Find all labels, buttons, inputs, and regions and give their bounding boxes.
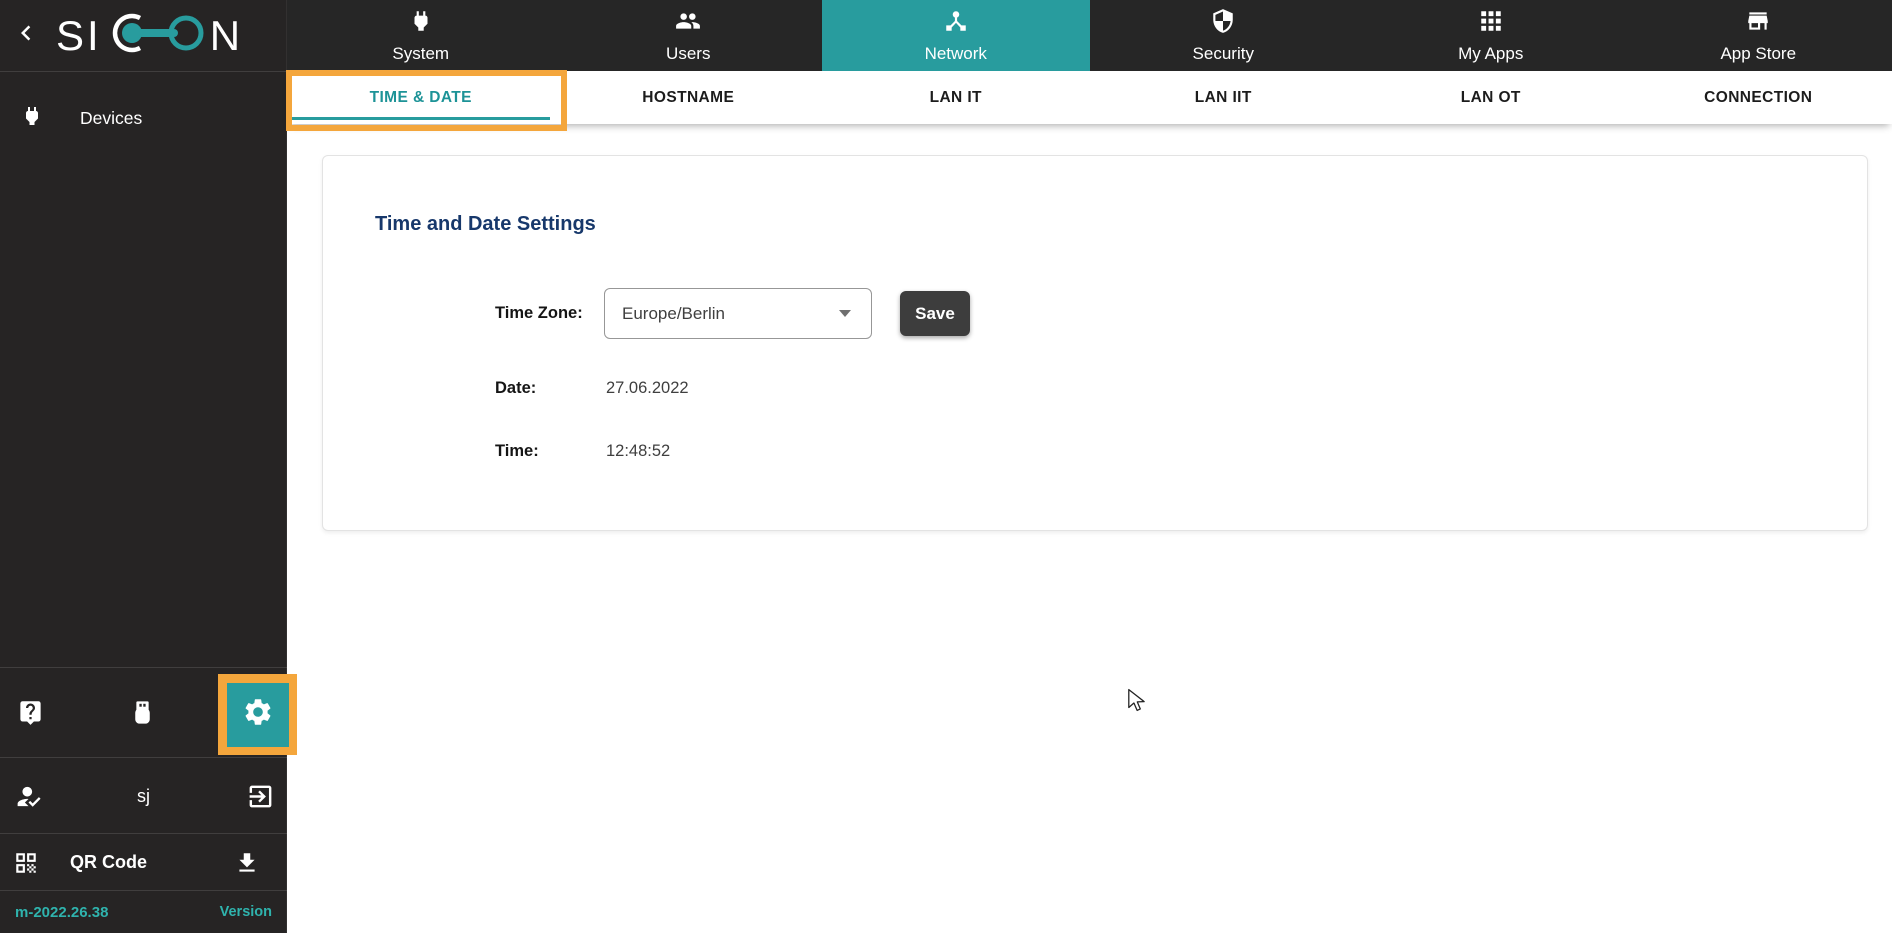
active-tab-indicator — [292, 117, 550, 120]
logo-text-right: N — [209, 11, 244, 59]
tab-network[interactable]: Network — [822, 0, 1090, 71]
live-help-icon — [17, 701, 44, 730]
settings-button[interactable] — [226, 682, 289, 747]
subtab-time-date[interactable]: TIME & DATE — [287, 71, 555, 124]
sidebar-item-devices[interactable]: Devices — [0, 92, 286, 144]
subtab-connection[interactable]: CONNECTION — [1625, 71, 1892, 124]
date-label: Date: — [495, 379, 537, 397]
subtab-label: TIME & DATE — [369, 88, 472, 106]
subtab-label: LAN IIT — [1194, 88, 1252, 106]
help-button[interactable] — [17, 699, 44, 731]
sidebar-qr-row: QR Code — [0, 833, 287, 890]
logo-text-left: SI — [56, 11, 102, 59]
highlight-box-settings — [218, 674, 297, 755]
users-icon — [675, 8, 701, 39]
subtab-label: LAN IT — [929, 88, 982, 106]
tab-security[interactable]: Security — [1090, 0, 1358, 71]
sicon-logo: SI N — [56, 9, 243, 62]
tab-label: Users — [666, 43, 711, 63]
sidebar-header: SI N — [0, 0, 286, 71]
subtab-hostname[interactable]: HOSTNAME — [555, 71, 823, 124]
logo-dumbbell-icon — [104, 9, 208, 62]
tab-label: My Apps — [1458, 43, 1524, 63]
tab-label: Network — [924, 43, 987, 63]
qr-code-icon — [13, 853, 39, 880]
top-navigation: System Users Network Security My Apps Ap… — [287, 0, 1892, 71]
timezone-select[interactable]: Europe/Berlin — [604, 288, 872, 339]
page-title: Time and Date Settings — [375, 213, 596, 235]
sub-navigation: TIME & DATE HOSTNAME LAN IT LAN IIT LAN … — [287, 71, 1892, 124]
version-value: m-2022.26.38 — [15, 903, 109, 921]
logout-button[interactable] — [246, 782, 275, 816]
tab-my-apps[interactable]: My Apps — [1357, 0, 1625, 71]
qr-code-label: QR Code — [70, 852, 148, 872]
tab-label: System — [392, 43, 450, 63]
subtab-lan-iit[interactable]: LAN IIT — [1090, 71, 1358, 124]
subtab-lan-ot[interactable]: LAN OT — [1357, 71, 1625, 124]
chevron-down-icon — [839, 310, 851, 317]
sidebar-item-label: Devices — [80, 107, 143, 128]
download-icon — [234, 853, 260, 880]
main-content: Time and Date Settings Time Zone: Europe… — [287, 124, 1892, 933]
shield-icon — [1210, 8, 1236, 39]
app-screen: SI N Devices sj QR Code m-2022.26.38 Ver… — [0, 0, 1892, 933]
plug-icon — [20, 104, 44, 133]
chevron-left-icon — [11, 18, 41, 53]
qr-code-button[interactable] — [13, 850, 39, 881]
storefront-icon — [1745, 8, 1771, 39]
tab-app-store[interactable]: App Store — [1625, 0, 1892, 71]
exit-to-app-icon — [246, 785, 275, 815]
tab-system[interactable]: System — [287, 0, 555, 71]
tab-label: App Store — [1720, 43, 1797, 63]
subtab-label: CONNECTION — [1704, 88, 1813, 106]
download-button[interactable] — [234, 850, 260, 881]
time-label: Time: — [495, 442, 539, 460]
tab-users[interactable]: Users — [555, 0, 823, 71]
network-hub-icon — [943, 8, 969, 39]
sidebar-user-row: sj — [0, 757, 287, 833]
tab-label: Security — [1192, 43, 1254, 63]
device-dongle-button[interactable] — [129, 698, 156, 732]
apps-grid-icon — [1478, 8, 1504, 39]
time-value: 12:48:52 — [606, 442, 671, 460]
sidebar-version-row: m-2022.26.38 Version — [0, 890, 287, 933]
power-plug-icon — [408, 8, 434, 39]
timezone-selected-value: Europe/Berlin — [622, 303, 726, 323]
collapse-sidebar-button[interactable] — [6, 16, 46, 56]
sidebar: SI N Devices sj QR Code m-2022.26.38 Ver… — [0, 0, 287, 933]
dongle-icon — [129, 701, 156, 731]
time-date-settings-card: Time and Date Settings Time Zone: Europe… — [322, 155, 1868, 531]
username-label: sj — [137, 785, 150, 806]
version-label: Version — [219, 904, 272, 920]
gear-icon — [242, 696, 274, 733]
sidebar-divider — [0, 71, 286, 72]
timezone-label: Time Zone: — [495, 304, 583, 322]
subtab-label: HOSTNAME — [642, 88, 735, 106]
subtab-label: LAN OT — [1460, 88, 1521, 106]
subtab-lan-it[interactable]: LAN IT — [822, 71, 1090, 124]
date-value: 27.06.2022 — [606, 379, 689, 397]
save-button[interactable]: Save — [900, 291, 970, 336]
